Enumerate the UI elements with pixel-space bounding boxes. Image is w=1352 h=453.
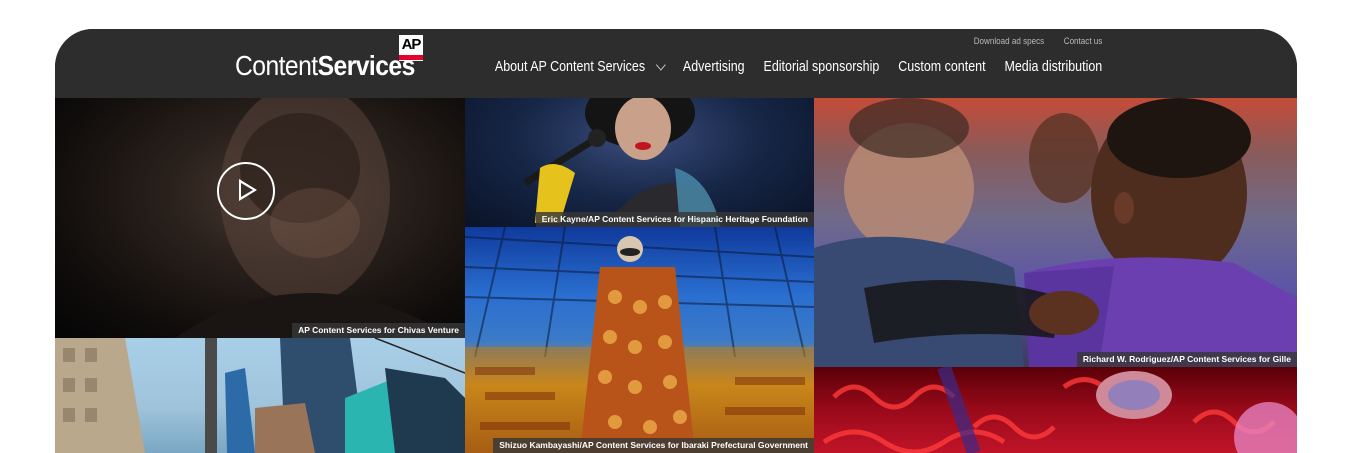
nav-item-about-label: About AP Content Services xyxy=(494,59,645,75)
ap-badge-text: AP xyxy=(401,36,422,53)
nav-item-custom-content[interactable]: Custom content xyxy=(898,59,985,75)
nav-item-media-distribution[interactable]: Media distribution xyxy=(1004,59,1102,75)
nav-item-about[interactable]: About AP Content Services xyxy=(494,58,666,75)
play-icon[interactable] xyxy=(217,162,275,220)
site-header: ContentServices AP Download ad specs Con… xyxy=(55,29,1297,98)
students-image xyxy=(814,98,1297,367)
photo-caption: Richard W. Rodriguez/AP Content Services… xyxy=(1076,352,1297,367)
ap-badge-red-bar xyxy=(399,55,423,60)
photo-caption: Eric Kayne/AP Content Services for Hispa… xyxy=(535,212,814,227)
main-nav: About AP Content Services Advertising Ed… xyxy=(494,58,1102,75)
gallery-tile-chivas[interactable]: AP Content Services for Chivas Venture xyxy=(55,98,465,338)
photo-caption: AP Content Services for Chivas Venture xyxy=(292,323,465,338)
city-image xyxy=(55,338,465,453)
portrait-image xyxy=(175,98,455,338)
logo-wordmark: ContentServices xyxy=(235,51,415,81)
utility-links: Download ad specs Contact us xyxy=(973,36,1102,47)
textile-image xyxy=(465,227,814,453)
contact-us-link[interactable]: Contact us xyxy=(1063,36,1102,47)
logo-word-content: Content xyxy=(235,50,318,81)
cells-image xyxy=(822,367,1297,453)
download-ad-specs-link[interactable]: Download ad specs xyxy=(973,36,1043,47)
photo-caption: Shizuo Kambayashi/AP Content Services fo… xyxy=(493,438,814,453)
gallery-tile-textile[interactable]: Shizuo Kambayashi/AP Content Services fo… xyxy=(465,227,814,453)
nav-item-editorial-sponsorship[interactable]: Editorial sponsorship xyxy=(763,59,879,75)
gallery-tile-city[interactable] xyxy=(55,338,465,453)
gallery-tile-singer[interactable]: Eric Kayne/AP Content Services for Hispa… xyxy=(465,98,814,227)
singer-image xyxy=(523,98,725,227)
ap-logo-badge[interactable]: AP xyxy=(399,35,423,61)
chevron-down-icon xyxy=(655,58,666,71)
nav-item-advertising[interactable]: Advertising xyxy=(683,59,745,75)
gallery-tile-cells[interactable] xyxy=(814,367,1297,453)
gallery-tile-students[interactable]: Richard W. Rodriguez/AP Content Services… xyxy=(814,98,1297,367)
site-frame: ContentServices AP Download ad specs Con… xyxy=(55,29,1297,453)
